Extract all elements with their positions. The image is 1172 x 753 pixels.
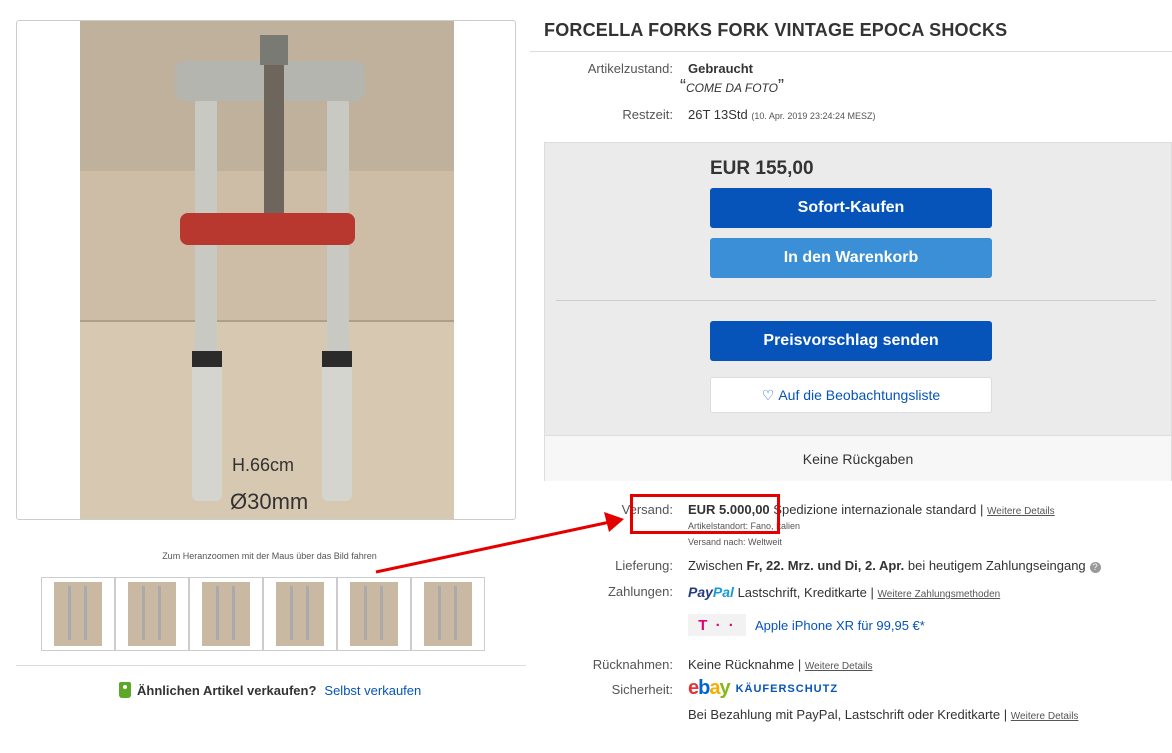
more-payment-link[interactable]: Weitere Zahlungsmethoden xyxy=(878,589,1001,600)
divider xyxy=(530,51,1172,52)
condition-label: Artikelzustand: xyxy=(587,61,673,76)
price: EUR 155,00 xyxy=(710,158,814,179)
heart-icon: ♡ xyxy=(761,386,775,403)
security-text-row: Bei Bezahlung mit PayPal, Lastschrift od… xyxy=(688,707,1079,722)
photo-annotation-height: H.66cm xyxy=(232,455,294,475)
thumbnail-strip xyxy=(41,577,485,651)
thumbnail[interactable] xyxy=(263,577,337,651)
delivery-label: Lieferung: xyxy=(615,558,673,573)
promo-link[interactable]: Apple iPhone XR für 99,95 €* xyxy=(755,618,925,633)
main-product-image[interactable]: H.66cm Ø30mm xyxy=(16,20,516,520)
payment-methods: PayPal Lastschrift, Kreditkarte | Weiter… xyxy=(688,584,1001,600)
returns-label: Rücknahmen: xyxy=(592,657,673,672)
item-title: FORCELLA FORKS FORK VINTAGE EPOCA SHOCKS xyxy=(544,20,1008,40)
telekom-logo: T · · xyxy=(688,614,746,636)
security-label: Sicherheit: xyxy=(611,682,673,697)
condition-note: “COME DA FOTO” xyxy=(680,76,785,96)
thumbnail[interactable] xyxy=(189,577,263,651)
ships-to: Versand nach: Weltweit xyxy=(688,537,782,547)
time-left-label: Restzeit: xyxy=(622,107,673,122)
kaeuferschutz-label: KÄUFERSCHUTZ xyxy=(735,682,839,695)
divider xyxy=(16,665,526,666)
highlight-box xyxy=(630,494,780,534)
sell-similar: Ähnlichen Artikel verkaufen? Selbst verk… xyxy=(119,682,421,698)
shipping-details-link[interactable]: Weitere Details xyxy=(987,506,1055,517)
sell-yourself-link[interactable]: Selbst verkaufen xyxy=(324,683,421,698)
returns-bar: Keine Rückgaben xyxy=(545,435,1171,481)
ebay-logo: ebay xyxy=(688,677,731,699)
thumbnail[interactable] xyxy=(41,577,115,651)
ebay-buyer-protection: ebay KÄUFERSCHUTZ xyxy=(688,677,838,700)
make-offer-button[interactable]: Preisvorschlag senden xyxy=(710,321,992,361)
fork-photo: H.66cm Ø30mm xyxy=(80,21,454,519)
thumbnail[interactable] xyxy=(115,577,189,651)
thumbnail[interactable] xyxy=(411,577,485,651)
paypal-logo: PayPal xyxy=(688,584,734,600)
watchlist-button[interactable]: ♡ Auf die Beobachtungsliste xyxy=(710,377,992,413)
fork-illustration: H.66cm Ø30mm xyxy=(80,21,454,519)
photo-annotation-diameter: Ø30mm xyxy=(230,489,308,514)
help-icon[interactable]: ? xyxy=(1089,562,1101,573)
payment-label: Zahlungen: xyxy=(607,584,673,599)
condition-value: Gebraucht xyxy=(688,61,754,76)
thumbnail[interactable] xyxy=(337,577,411,651)
sell-similar-question: Ähnlichen Artikel verkaufen? xyxy=(137,682,317,698)
returns-details-link[interactable]: Weitere Details xyxy=(805,661,873,672)
price-tag-icon xyxy=(119,682,131,698)
buy-now-button[interactable]: Sofort-Kaufen xyxy=(710,188,992,228)
delivery-estimate: Zwischen Fr, 22. Mrz. und Di, 2. Apr. be… xyxy=(688,558,1101,573)
shipping-service: Spedizione internazionale standard xyxy=(773,502,977,517)
security-details-link[interactable]: Weitere Details xyxy=(1011,711,1079,722)
returns-row: Keine Rücknahme | Weitere Details xyxy=(688,657,873,672)
time-left: 26T 13Std (10. Apr. 2019 23:24:24 MESZ) xyxy=(688,107,876,122)
add-to-cart-button[interactable]: In den Warenkorb xyxy=(710,238,992,278)
divider xyxy=(556,300,1156,301)
